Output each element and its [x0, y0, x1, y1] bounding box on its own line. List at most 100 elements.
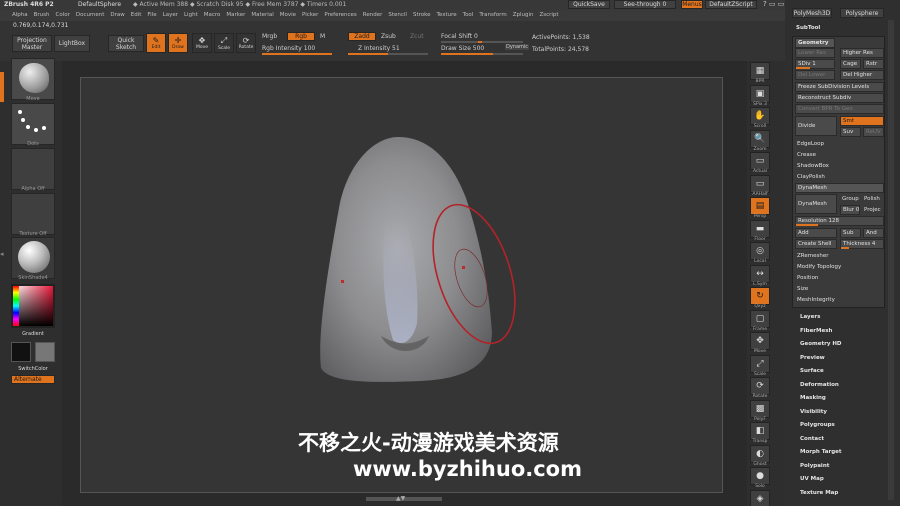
subpalette-preview[interactable]: Preview — [800, 355, 825, 361]
cage-button[interactable]: Cage — [840, 59, 861, 69]
menu-picker[interactable]: Picker — [302, 12, 318, 18]
quicksave-button[interactable]: QuickSave — [568, 0, 610, 9]
zcut-button[interactable]: Zcut — [410, 33, 424, 40]
alpha-thumbnail[interactable] — [11, 148, 55, 190]
menu-tool[interactable]: Tool — [463, 12, 474, 18]
right-shelf-xpose-button[interactable]: ◈ — [750, 489, 770, 506]
lightbox-button[interactable]: LightBox — [54, 35, 90, 52]
z-intensity-slider[interactable]: Z Intensity 51 — [358, 45, 400, 52]
dynamesh-header[interactable]: DynaMesh — [795, 183, 884, 193]
subpalette-layers[interactable]: Layers — [800, 314, 820, 320]
subpalette-texture-map[interactable]: Texture Map — [800, 490, 838, 496]
claypolish-section[interactable]: ClayPolish — [795, 172, 884, 182]
menu-movie[interactable]: Movie — [280, 12, 296, 18]
menu-color[interactable]: Color — [56, 12, 70, 18]
menu-render[interactable]: Render — [363, 12, 383, 18]
menu-macro[interactable]: Macro — [204, 12, 221, 18]
right-shelf-rotate-button[interactable]: ⟳ — [750, 377, 770, 395]
reconstruct-subdiv-button[interactable]: Reconstruct Subdiv — [795, 93, 884, 103]
hue-strip[interactable] — [13, 286, 19, 326]
subpalette-fibermesh[interactable]: FiberMesh — [800, 328, 832, 334]
m-button[interactable]: M — [320, 33, 325, 40]
menu-edit[interactable]: Edit — [131, 12, 142, 18]
position-section[interactable]: Position — [795, 273, 884, 283]
scale-button[interactable]: ⤢ Scale — [214, 33, 234, 53]
menu-draw[interactable]: Draw — [110, 12, 124, 18]
add-button[interactable]: Add — [795, 228, 837, 238]
material-thumbnail[interactable] — [11, 237, 55, 279]
see-through-slider[interactable]: See-through 0 — [614, 0, 676, 9]
menu-layer[interactable]: Layer — [163, 12, 178, 18]
dynamic-button[interactable]: Dynamic — [505, 44, 530, 50]
higher-res-button[interactable]: Higher Res — [840, 48, 884, 58]
subpalette-visibility[interactable]: Visibility — [800, 409, 827, 415]
left-collapse-arrow-icon[interactable]: ◂ — [0, 250, 4, 258]
subpalette-polypaint[interactable]: Polypaint — [800, 463, 829, 469]
menu-material[interactable]: Material — [251, 12, 273, 18]
move-button[interactable]: ✥ Move — [192, 33, 212, 53]
projection-master-button[interactable]: Projection Master — [12, 35, 52, 52]
stroke-thumbnail[interactable] — [11, 103, 55, 145]
right-shelf-scale-button[interactable]: ⤢ — [750, 354, 770, 373]
menu-marker[interactable]: Marker — [226, 12, 245, 18]
right-shelf-floor-button[interactable]: ▬ — [750, 219, 770, 238]
color-picker[interactable] — [11, 284, 55, 328]
menu-brush[interactable]: Brush — [34, 12, 50, 18]
rgb-intensity-slider[interactable]: Rgb Intensity 100 — [262, 45, 315, 52]
menu-zscript[interactable]: Zscript — [539, 12, 558, 18]
right-shelf-local-button[interactable]: ◎ — [750, 242, 770, 260]
focal-shift-handle[interactable] — [478, 41, 482, 43]
menu-light[interactable]: Light — [184, 12, 198, 18]
right-shelf-aahalf-button[interactable]: ▭ — [750, 174, 770, 193]
subpalette-surface[interactable]: Surface — [800, 368, 824, 374]
focal-shift-track[interactable] — [441, 41, 523, 43]
left-tray-handle[interactable] — [0, 72, 4, 102]
right-shelf-qxyz-button[interactable]: ↻ — [750, 287, 770, 305]
menus-button[interactable]: Menus — [681, 0, 703, 9]
smt-toggle[interactable]: Smt — [840, 116, 884, 126]
menu-zplugin[interactable]: Zplugin — [513, 12, 534, 18]
divide-button[interactable]: Divide — [795, 116, 837, 136]
menu-document[interactable]: Document — [76, 12, 105, 18]
menu-preferences[interactable]: Preferences — [324, 12, 356, 18]
menu-texture[interactable]: Texture — [437, 12, 457, 18]
menu-stroke[interactable]: Stroke — [413, 12, 431, 18]
dynamesh-button[interactable]: DynaMesh — [795, 194, 837, 214]
zadd-button[interactable]: Zadd — [348, 32, 376, 41]
draw-button[interactable]: ✛ Draw — [168, 33, 188, 53]
quick-sketch-button[interactable]: Quick Sketch — [108, 35, 144, 52]
menu-stencil[interactable]: Stencil — [388, 12, 407, 18]
lower-res-button[interactable]: Lower Res — [795, 48, 835, 58]
subpalette-uv-map[interactable]: UV Map — [800, 476, 824, 482]
meshintegrity-section[interactable]: MeshIntegrity — [795, 295, 884, 305]
subpalette-masking[interactable]: Masking — [800, 395, 826, 401]
and-button[interactable]: And — [863, 228, 884, 238]
menu-file[interactable]: File — [147, 12, 156, 18]
color-square[interactable] — [13, 286, 53, 326]
reuv-button[interactable]: ReUV — [863, 127, 884, 137]
project-toggle[interactable]: Projec — [862, 205, 886, 215]
right-shelf-actual-button[interactable]: ▭ — [750, 152, 770, 170]
edgeloop-section[interactable]: EdgeLoop — [795, 139, 884, 149]
focal-shift-slider[interactable]: Focal Shift 0 — [441, 33, 478, 40]
subtool-header[interactable]: SubTool — [796, 25, 820, 31]
right-shelf-move-button[interactable]: ✥ — [750, 332, 770, 350]
texture-thumbnail[interactable] — [11, 193, 55, 235]
default-script-button[interactable]: DefaultZScript — [705, 0, 757, 9]
switch-color-button[interactable]: SwitchColor — [11, 366, 55, 372]
tray-scrollbar[interactable] — [888, 20, 894, 500]
del-higher-button[interactable]: Del Higher — [840, 70, 884, 80]
bottom-tray-arrow-icon[interactable]: ▲▼ — [396, 495, 405, 502]
del-lower-button[interactable]: Del Lower — [795, 70, 835, 80]
subpalette-geometry-hd[interactable]: Geometry HD — [800, 341, 842, 347]
right-shelf-solo-button[interactable]: ● — [750, 467, 770, 485]
right-shelf-polyf-button[interactable]: ▩ — [750, 399, 770, 418]
create-shell-button[interactable]: Create Shell — [795, 239, 837, 249]
subpalette-contact[interactable]: Contact — [800, 436, 824, 442]
blur-slider[interactable]: Blur 0 — [840, 205, 860, 215]
right-shelf-spix-3-button[interactable]: ▣ — [750, 84, 770, 103]
subpalette-polygroups[interactable]: Polygroups — [800, 422, 835, 428]
secondary-color-swatch[interactable] — [35, 342, 55, 362]
polysphere-tab[interactable]: Polysphere — [840, 8, 884, 18]
right-shelf-ghost-button[interactable]: ◐ — [750, 444, 770, 463]
